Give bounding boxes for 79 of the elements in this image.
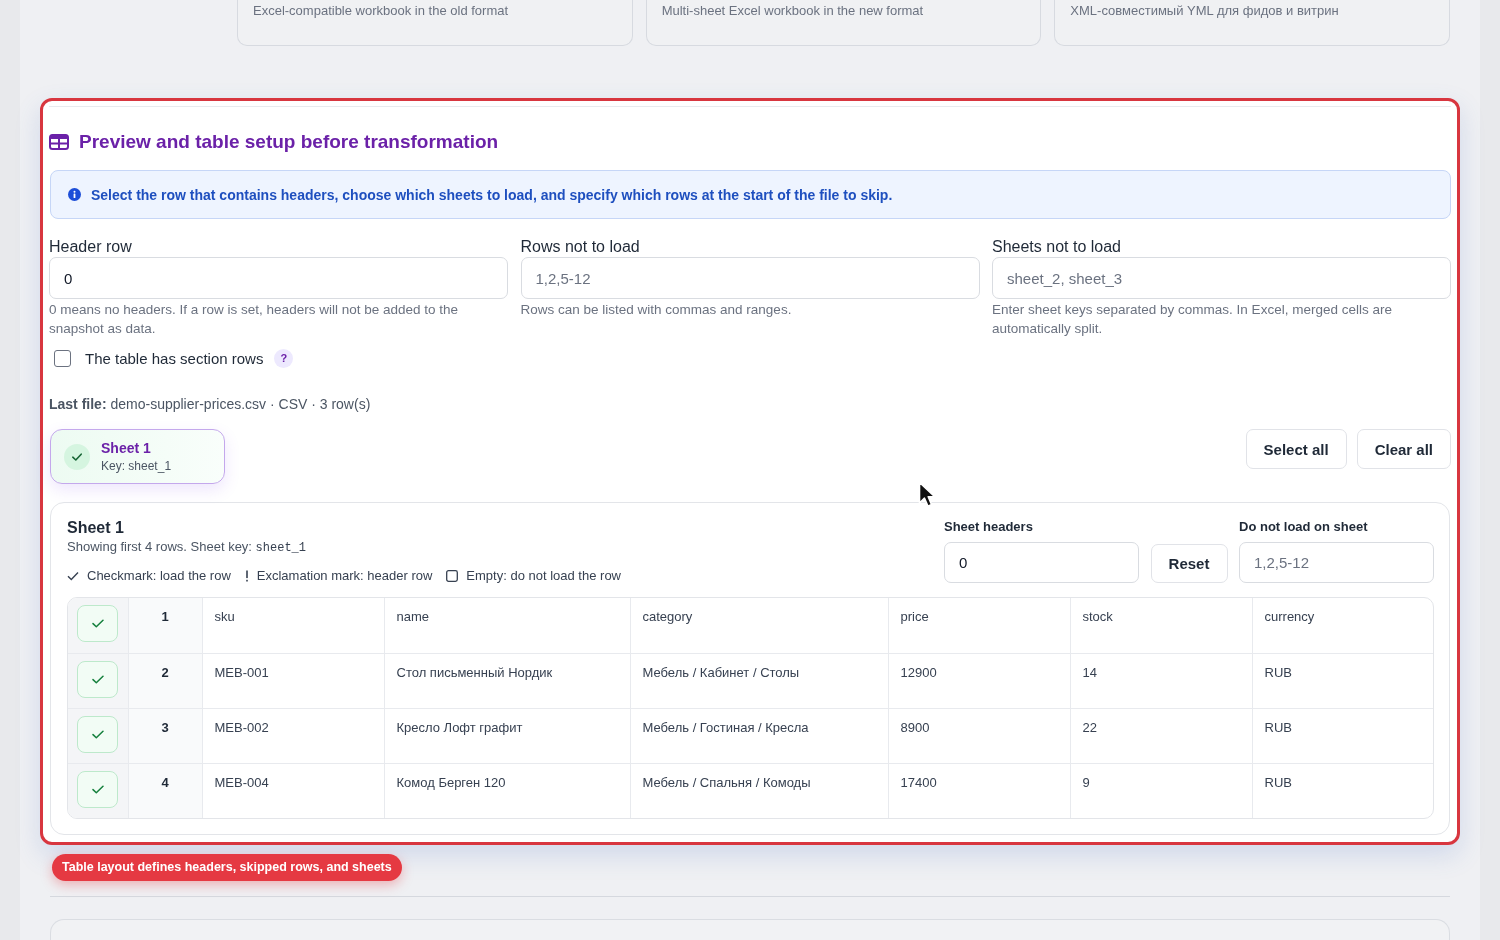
table-cell: sku — [214, 609, 235, 624]
sheet-chip[interactable]: Sheet 1 Key: sheet_1 — [50, 429, 225, 484]
table-cell: Мебель / Кабинет / Столы — [642, 664, 800, 680]
sheet-subtitle: Showing first 4 rows. Sheet key: sheet_1 — [67, 538, 307, 557]
check-circle-icon — [64, 443, 90, 470]
text-input[interactable]: 1,2,5-12 — [520, 257, 980, 299]
check-icon — [91, 619, 104, 628]
table-cell: currency — [1264, 609, 1315, 624]
table-cell: MEB-004 — [214, 774, 269, 790]
table-cell: MEB-001 — [214, 664, 269, 680]
field-hint: Enter sheet keys separated by commas. In Excel, merged cells are automatically split. — [992, 301, 1393, 338]
table-cell: RUB — [1264, 774, 1292, 790]
field-label: Rows not to load — [520, 237, 641, 257]
text-input[interactable]: 1,2,5-12 — [1239, 542, 1434, 583]
field-label: Header row — [49, 237, 133, 257]
row-toggle-button[interactable] — [77, 715, 119, 753]
annotation-badge: Table layout defines headers, skipped rows, and sheets — [52, 854, 402, 881]
format-description: XML-совместимый YML для фидов и витрин — [1070, 3, 1339, 18]
table-cell: category — [642, 609, 693, 624]
text-input[interactable]: sheet_2, sheet_3 — [992, 257, 1451, 299]
format-card[interactable]: Excel-compatible workbook in the old format — [237, 0, 633, 46]
action-button[interactable]: Select all — [1245, 429, 1347, 469]
info-icon — [68, 188, 81, 201]
row-toggle-button[interactable] — [77, 660, 119, 698]
section-title: Preview and table setup before transformation — [79, 130, 499, 154]
row-number: 3 — [161, 719, 169, 735]
last-file-info: Last file: demo-supplier-prices.csv · CSV · 3 row(s) — [49, 395, 372, 414]
reset-button[interactable]: Reset — [1150, 544, 1228, 583]
legend-text: Checkmark: load the row — [87, 567, 231, 585]
row-toggle-button[interactable] — [77, 605, 119, 642]
row-number: 2 — [161, 664, 169, 680]
row-number: 1 — [161, 609, 169, 624]
table-cell: price — [900, 609, 929, 624]
table-cell: stock — [1082, 609, 1113, 624]
sheet-title: Sheet 1 — [67, 518, 125, 538]
row-number: 4 — [161, 774, 169, 790]
info-text: Select the row that contains headers, choose which sheets to load, and specify which rows at the start of the file to skip. — [91, 186, 893, 203]
sheet-name: Sheet 1 — [101, 439, 152, 457]
table-cell: 22 — [1082, 719, 1097, 735]
check-icon — [67, 571, 79, 581]
field-label: Do not load on sheet — [1239, 518, 1369, 536]
table-cell: Кресло Лофт графит — [396, 719, 523, 735]
legend-text: Empty: do not load the row — [466, 567, 621, 585]
table-cell: 12900 — [900, 664, 937, 680]
table-cell: Мебель / Гостиная / Кресла — [642, 719, 809, 735]
sheet-key: Key: sheet_1 — [101, 458, 172, 474]
check-icon — [91, 674, 104, 684]
format-description: Multi-sheet Excel workbook in the new format — [661, 3, 924, 18]
format-card[interactable]: Multi-sheet Excel workbook in the new format — [645, 0, 1042, 46]
field-label: Sheet headers — [944, 518, 1034, 536]
check-icon — [91, 784, 104, 794]
check-icon — [91, 729, 104, 739]
checkbox-label[interactable]: The table has section rows — [85, 349, 264, 367]
table-cell: MEB-002 — [214, 719, 269, 735]
text-input[interactable]: 0 — [49, 257, 508, 299]
field-hint: 0 means no headers. If a row is set, headers will not be added to the snapshot as data. — [49, 301, 459, 338]
row-toggle-button[interactable] — [77, 770, 119, 808]
help-badge[interactable]: ? — [274, 348, 294, 368]
empty-square-icon — [446, 570, 459, 582]
table-cell: 17400 — [900, 774, 937, 790]
field-label: Sheets not to load — [992, 237, 1122, 257]
table-cell: RUB — [1264, 719, 1292, 735]
checkbox[interactable] — [54, 349, 71, 367]
table-cell: 14 — [1082, 664, 1097, 680]
field-hint: Rows can be listed with commas and ranges. — [520, 301, 793, 319]
exclamation-icon — [244, 570, 249, 582]
table-cell: 8900 — [900, 719, 930, 735]
text-input[interactable]: 0 — [944, 542, 1139, 583]
format-card[interactable]: XML-совместимый YML для фидов и витрин — [1054, 0, 1450, 46]
table-cell: 9 — [1082, 774, 1090, 790]
table-cell: Стол письменный Нордик — [396, 664, 553, 680]
table-cell: Мебель / Спальня / Комоды — [642, 774, 811, 790]
table-cell: RUB — [1264, 664, 1292, 680]
legend-text: Exclamation mark: header row — [256, 567, 433, 585]
action-button[interactable]: Clear all — [1356, 429, 1451, 469]
table-icon — [49, 134, 69, 150]
format-description: Excel-compatible workbook in the old format — [253, 3, 509, 18]
table-cell: Комод Берген 120 — [396, 774, 506, 790]
table-cell: name — [396, 609, 430, 624]
